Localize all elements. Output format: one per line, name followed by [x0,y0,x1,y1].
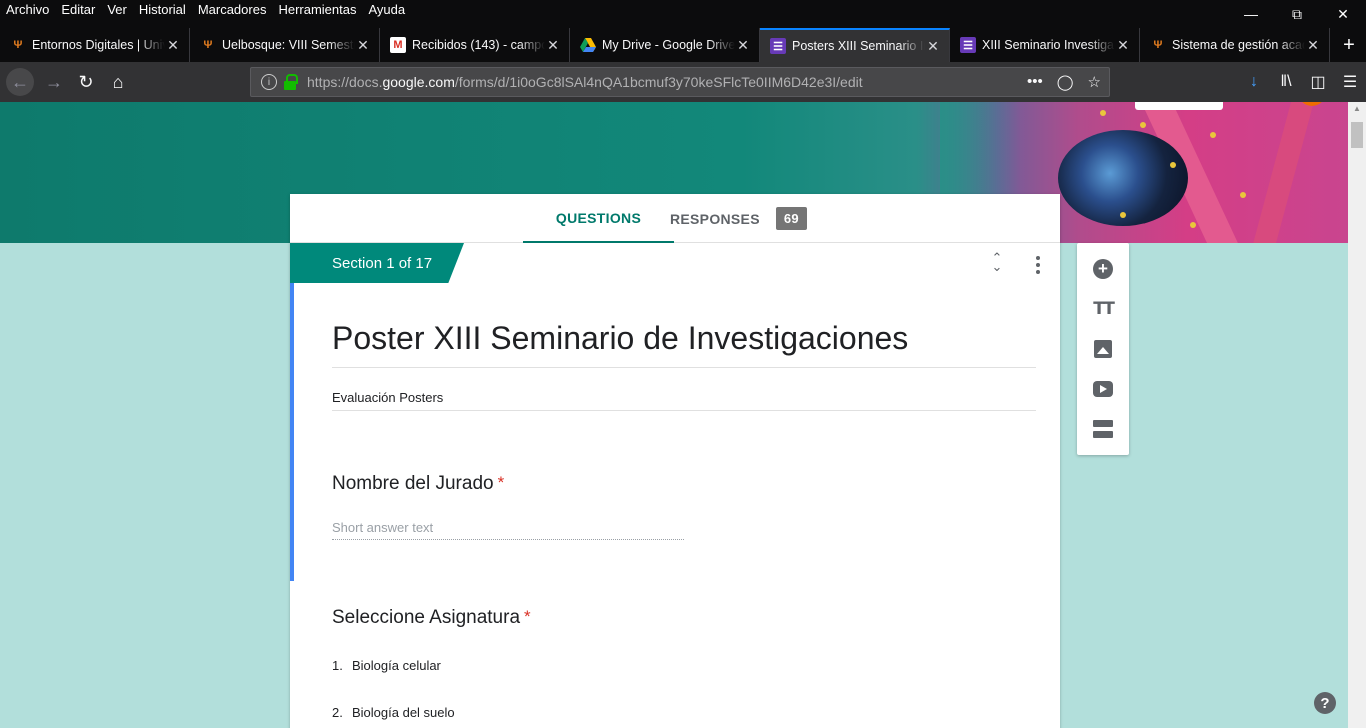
close-window-icon[interactable]: ✕ [1320,0,1366,28]
side-toolbar: + TT [1077,243,1129,455]
forward-icon[interactable]: → [40,68,68,96]
required-mark: * [497,473,505,492]
page: QUESTIONS RESPONSES 69 Section 1 of 17 ⌃… [0,102,1348,728]
question-title[interactable]: Seleccione Asignatura * [332,607,531,629]
tab-bar: Ψ Entornos Digitales | Unive ✕ Ψ Uelbosq… [0,28,1366,62]
browser-tab[interactable]: Ψ Uelbosque: VIII Semestre ✕ [190,28,380,62]
tab-title: Posters XIII Seminario Inv [792,39,925,53]
url-text[interactable]: https://docs.google.com/forms/d/1i0oGc8l… [307,74,863,90]
tab-responses-label: RESPONSES [670,210,760,227]
restore-icon[interactable]: ⧉ [1274,0,1320,28]
close-tab-icon[interactable]: ✕ [165,37,181,54]
lock-icon[interactable] [283,74,298,90]
menu-archivo[interactable]: Archivo [6,2,49,17]
forms-icon: ☰ [960,37,976,53]
add-image-icon[interactable] [1091,337,1115,361]
library-icon[interactable]: ‖\ [1270,68,1302,96]
menu-bar: Archivo Editar Ver Historial Marcadores … [0,0,1366,28]
option-item[interactable]: 1. Biología celular [332,658,441,673]
scroll-up-icon[interactable]: ▲ [1348,104,1366,118]
address-bar[interactable]: i https://docs.google.com/forms/d/1i0oGc… [250,67,1110,97]
form-card: QUESTIONS RESPONSES 69 Section 1 of 17 ⌃… [290,194,1060,728]
browser-tab[interactable]: Ψ Sistema de gestión acade ✕ [1140,28,1330,62]
pocket-icon[interactable]: ◯ [1057,73,1074,91]
nav-bar: ← → ↻ ⌂ i https://docs.google.com/forms/… [0,62,1366,102]
tab-questions[interactable]: QUESTIONS [523,194,674,243]
minimize-icon[interactable]: — [1228,0,1274,28]
collapse-section-icon[interactable]: ⌃ ⌄ [988,251,1006,273]
add-video-icon[interactable] [1091,377,1115,401]
close-tab-icon[interactable]: ✕ [355,37,371,54]
download-icon[interactable]: ↓ [1238,68,1270,96]
form-title[interactable]: Poster XIII Seminario de Investigaciones [332,320,1036,368]
menu-historial[interactable]: Historial [139,2,186,17]
form-description[interactable]: Evaluación Posters [332,390,1036,411]
sidebar-icon[interactable]: ◫ [1302,68,1334,96]
tab-title: Sistema de gestión acade [1172,38,1305,52]
tab-title: XIII Seminario Investigac [982,38,1115,52]
close-tab-icon[interactable]: ✕ [925,38,941,55]
hamburger-menu-icon[interactable]: ☰ [1334,68,1366,96]
send-button[interactable] [1135,102,1223,110]
page-actions-icon[interactable]: ••• [1027,73,1043,91]
help-icon[interactable]: ? [1314,692,1336,714]
bookmark-star-icon[interactable]: ☆ [1088,73,1101,91]
scrollbar-thumb[interactable] [1351,122,1363,148]
more-options-icon[interactable] [1030,256,1046,274]
gmail-icon: M [390,37,406,53]
new-tab-icon[interactable]: + [1332,28,1366,62]
tab-title: Entornos Digitales | Unive [32,38,165,52]
info-icon[interactable]: i [261,74,277,90]
close-tab-icon[interactable]: ✕ [545,37,561,54]
focus-indicator [290,283,294,581]
tab-title: My Drive - Google Drive [602,38,735,52]
uelbosque-icon: Ψ [1153,39,1163,51]
menu-marcadores[interactable]: Marcadores [198,2,267,17]
browser-tab[interactable]: My Drive - Google Drive ✕ [570,28,760,62]
browser-tab[interactable]: ☰ XIII Seminario Investigac ✕ [950,28,1140,62]
menu-ayuda[interactable]: Ayuda [368,2,405,17]
tab-title: Uelbosque: VIII Semestre [222,38,355,52]
menu-herramientas[interactable]: Herramientas [278,2,356,17]
responses-count-badge: 69 [775,207,807,230]
add-title-icon[interactable]: TT [1091,297,1115,321]
browser-tab[interactable]: Ψ Entornos Digitales | Unive ✕ [0,28,190,62]
form-tabs: QUESTIONS RESPONSES 69 [290,194,1060,243]
drive-icon [580,37,596,53]
close-tab-icon[interactable]: ✕ [1115,37,1131,54]
forms-icon: ☰ [770,38,786,54]
uelbosque-icon: Ψ [203,39,213,51]
home-icon[interactable]: ⌂ [104,68,132,96]
menu-editar[interactable]: Editar [61,2,95,17]
uelbosque-icon: Ψ [13,39,23,51]
reload-icon[interactable]: ↻ [72,68,100,96]
question-title[interactable]: Nombre del Jurado * [332,473,504,495]
section-label: Section 1 of 17 [290,243,464,283]
required-mark: * [524,607,531,626]
option-item[interactable]: 2. Biología del suelo [332,705,455,720]
back-icon[interactable]: ← [6,68,34,96]
close-tab-icon[interactable]: ✕ [735,37,751,54]
menu-ver[interactable]: Ver [107,2,127,17]
scrollbar[interactable]: ▲ [1348,102,1366,728]
close-tab-icon[interactable]: ✕ [1305,37,1321,54]
short-answer-placeholder: Short answer text [332,520,684,540]
add-section-icon[interactable] [1091,417,1115,441]
browser-tab[interactable]: M Recibidos (143) - campos ✕ [380,28,570,62]
tab-title: Recibidos (143) - campos [412,38,545,52]
add-question-icon[interactable]: + [1091,257,1115,281]
tab-responses[interactable]: RESPONSES 69 [670,194,807,243]
browser-tab-active[interactable]: ☰ Posters XIII Seminario Inv ✕ [760,28,950,62]
